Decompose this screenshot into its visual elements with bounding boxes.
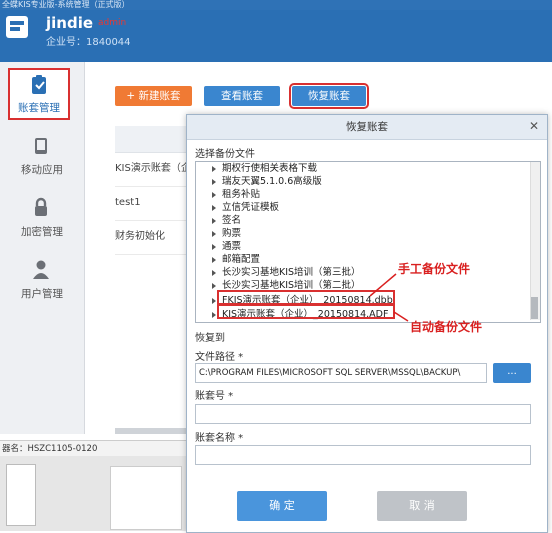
browse-button[interactable]: ...	[493, 363, 531, 383]
expand-icon	[212, 269, 216, 276]
file-item[interactable]: 期权行使相关表格下载	[212, 162, 317, 175]
account-name-field[interactable]	[195, 445, 531, 465]
expand-icon	[212, 165, 216, 172]
account-number-field[interactable]	[195, 404, 531, 424]
user-icon	[33, 260, 49, 279]
restore-account-set-button[interactable]: 恢复账套	[289, 83, 369, 109]
account-name-label: 账套名称 *	[195, 433, 244, 444]
page-thumbnail[interactable]	[110, 466, 182, 530]
scroll-thumb[interactable]	[531, 297, 538, 319]
expand-icon	[212, 204, 216, 211]
window-title: 全蝶KIS专业版-系统管理（正式版）	[0, 0, 552, 10]
sidebar-item-label: 移动应用	[21, 164, 63, 176]
file-path-label: 文件路径 *	[195, 352, 244, 363]
dialog-title: 恢复账套	[187, 115, 547, 140]
restore-dialog: 恢复账套 ✕ 选择备份文件 期权行使相关表格下载 瑞友天翼5.1.0.6高级版 …	[186, 114, 548, 533]
corp-label: 企业号：	[46, 37, 86, 48]
manual-backup-annotation: 手工备份文件	[398, 262, 471, 276]
status-bar: 器名：HSZC1105-0120	[0, 440, 188, 456]
cancel-button[interactable]: 取 消	[377, 491, 467, 521]
select-backup-label: 选择备份文件	[195, 149, 255, 160]
corp-info: 企业号：1840044	[46, 33, 131, 48]
expand-icon	[212, 230, 216, 237]
auto-backup-highlight	[217, 304, 395, 319]
list-item[interactable]: KIS演示账套（企	[115, 152, 195, 187]
expand-icon	[212, 256, 216, 263]
auto-backup-annotation: 自动备份文件	[410, 320, 483, 334]
horizontal-scrollbar[interactable]	[115, 428, 187, 434]
sidebar-item-label: 账套管理	[18, 102, 60, 114]
expand-icon	[212, 191, 216, 198]
sidebar-item-mobile[interactable]: 移动应用	[0, 126, 84, 188]
sidebar-item-users[interactable]: 用户管理	[0, 250, 84, 312]
new-account-set-button[interactable]: + 新建账套	[115, 86, 192, 106]
expand-icon	[212, 297, 216, 304]
list-header	[115, 126, 195, 153]
expand-icon	[212, 178, 216, 185]
close-icon[interactable]: ✕	[527, 119, 541, 133]
expand-icon	[212, 311, 216, 318]
file-item[interactable]: 立信凭证模板	[212, 201, 279, 214]
file-item[interactable]: 签名	[212, 214, 241, 227]
ok-button[interactable]: 确 定	[237, 491, 327, 521]
lock-icon	[35, 197, 47, 216]
expand-icon	[212, 243, 216, 250]
file-item[interactable]: 购票	[212, 227, 241, 240]
list-item[interactable]: 财务初始化	[115, 220, 195, 255]
sidebar: 账套管理 移动应用 加密管理 用户管理	[0, 62, 85, 434]
preview-area	[0, 456, 188, 531]
page-thumbnail[interactable]	[6, 464, 36, 526]
sidebar-item-label: 用户管理	[21, 288, 63, 300]
account-set-icon	[32, 75, 46, 94]
account-number-label: 账套号 *	[195, 391, 234, 402]
username: jindie	[46, 14, 94, 32]
view-account-set-button[interactable]: 查看账套	[204, 86, 280, 106]
sidebar-item-label: 加密管理	[21, 226, 63, 238]
sidebar-item-encryption[interactable]: 加密管理	[0, 188, 84, 250]
sidebar-item-account-set[interactable]: 账套管理	[8, 68, 70, 120]
restore-to-label: 恢复到	[195, 333, 225, 344]
expand-icon	[212, 217, 216, 224]
file-item[interactable]: 邮箱配置	[212, 253, 260, 266]
mobile-icon	[35, 138, 47, 154]
manual-backup-highlight	[217, 290, 395, 305]
expand-icon	[212, 282, 216, 289]
user-badge: admin	[98, 18, 127, 28]
file-path-field[interactable]: C:\PROGRAM FILES\MICROSOFT SQL SERVER\MS…	[195, 363, 487, 383]
list-item[interactable]: test1	[115, 186, 195, 221]
file-item[interactable]: 通票	[212, 240, 241, 253]
file-item[interactable]: 瑞友天翼5.1.0.6高级版	[212, 175, 322, 188]
app-logo-icon	[6, 16, 28, 38]
corp-id: 1840044	[86, 37, 131, 48]
file-item[interactable]: 租务补贴	[212, 188, 260, 201]
file-item[interactable]: 长沙实习基地KIS培训（第三批）	[212, 266, 361, 279]
